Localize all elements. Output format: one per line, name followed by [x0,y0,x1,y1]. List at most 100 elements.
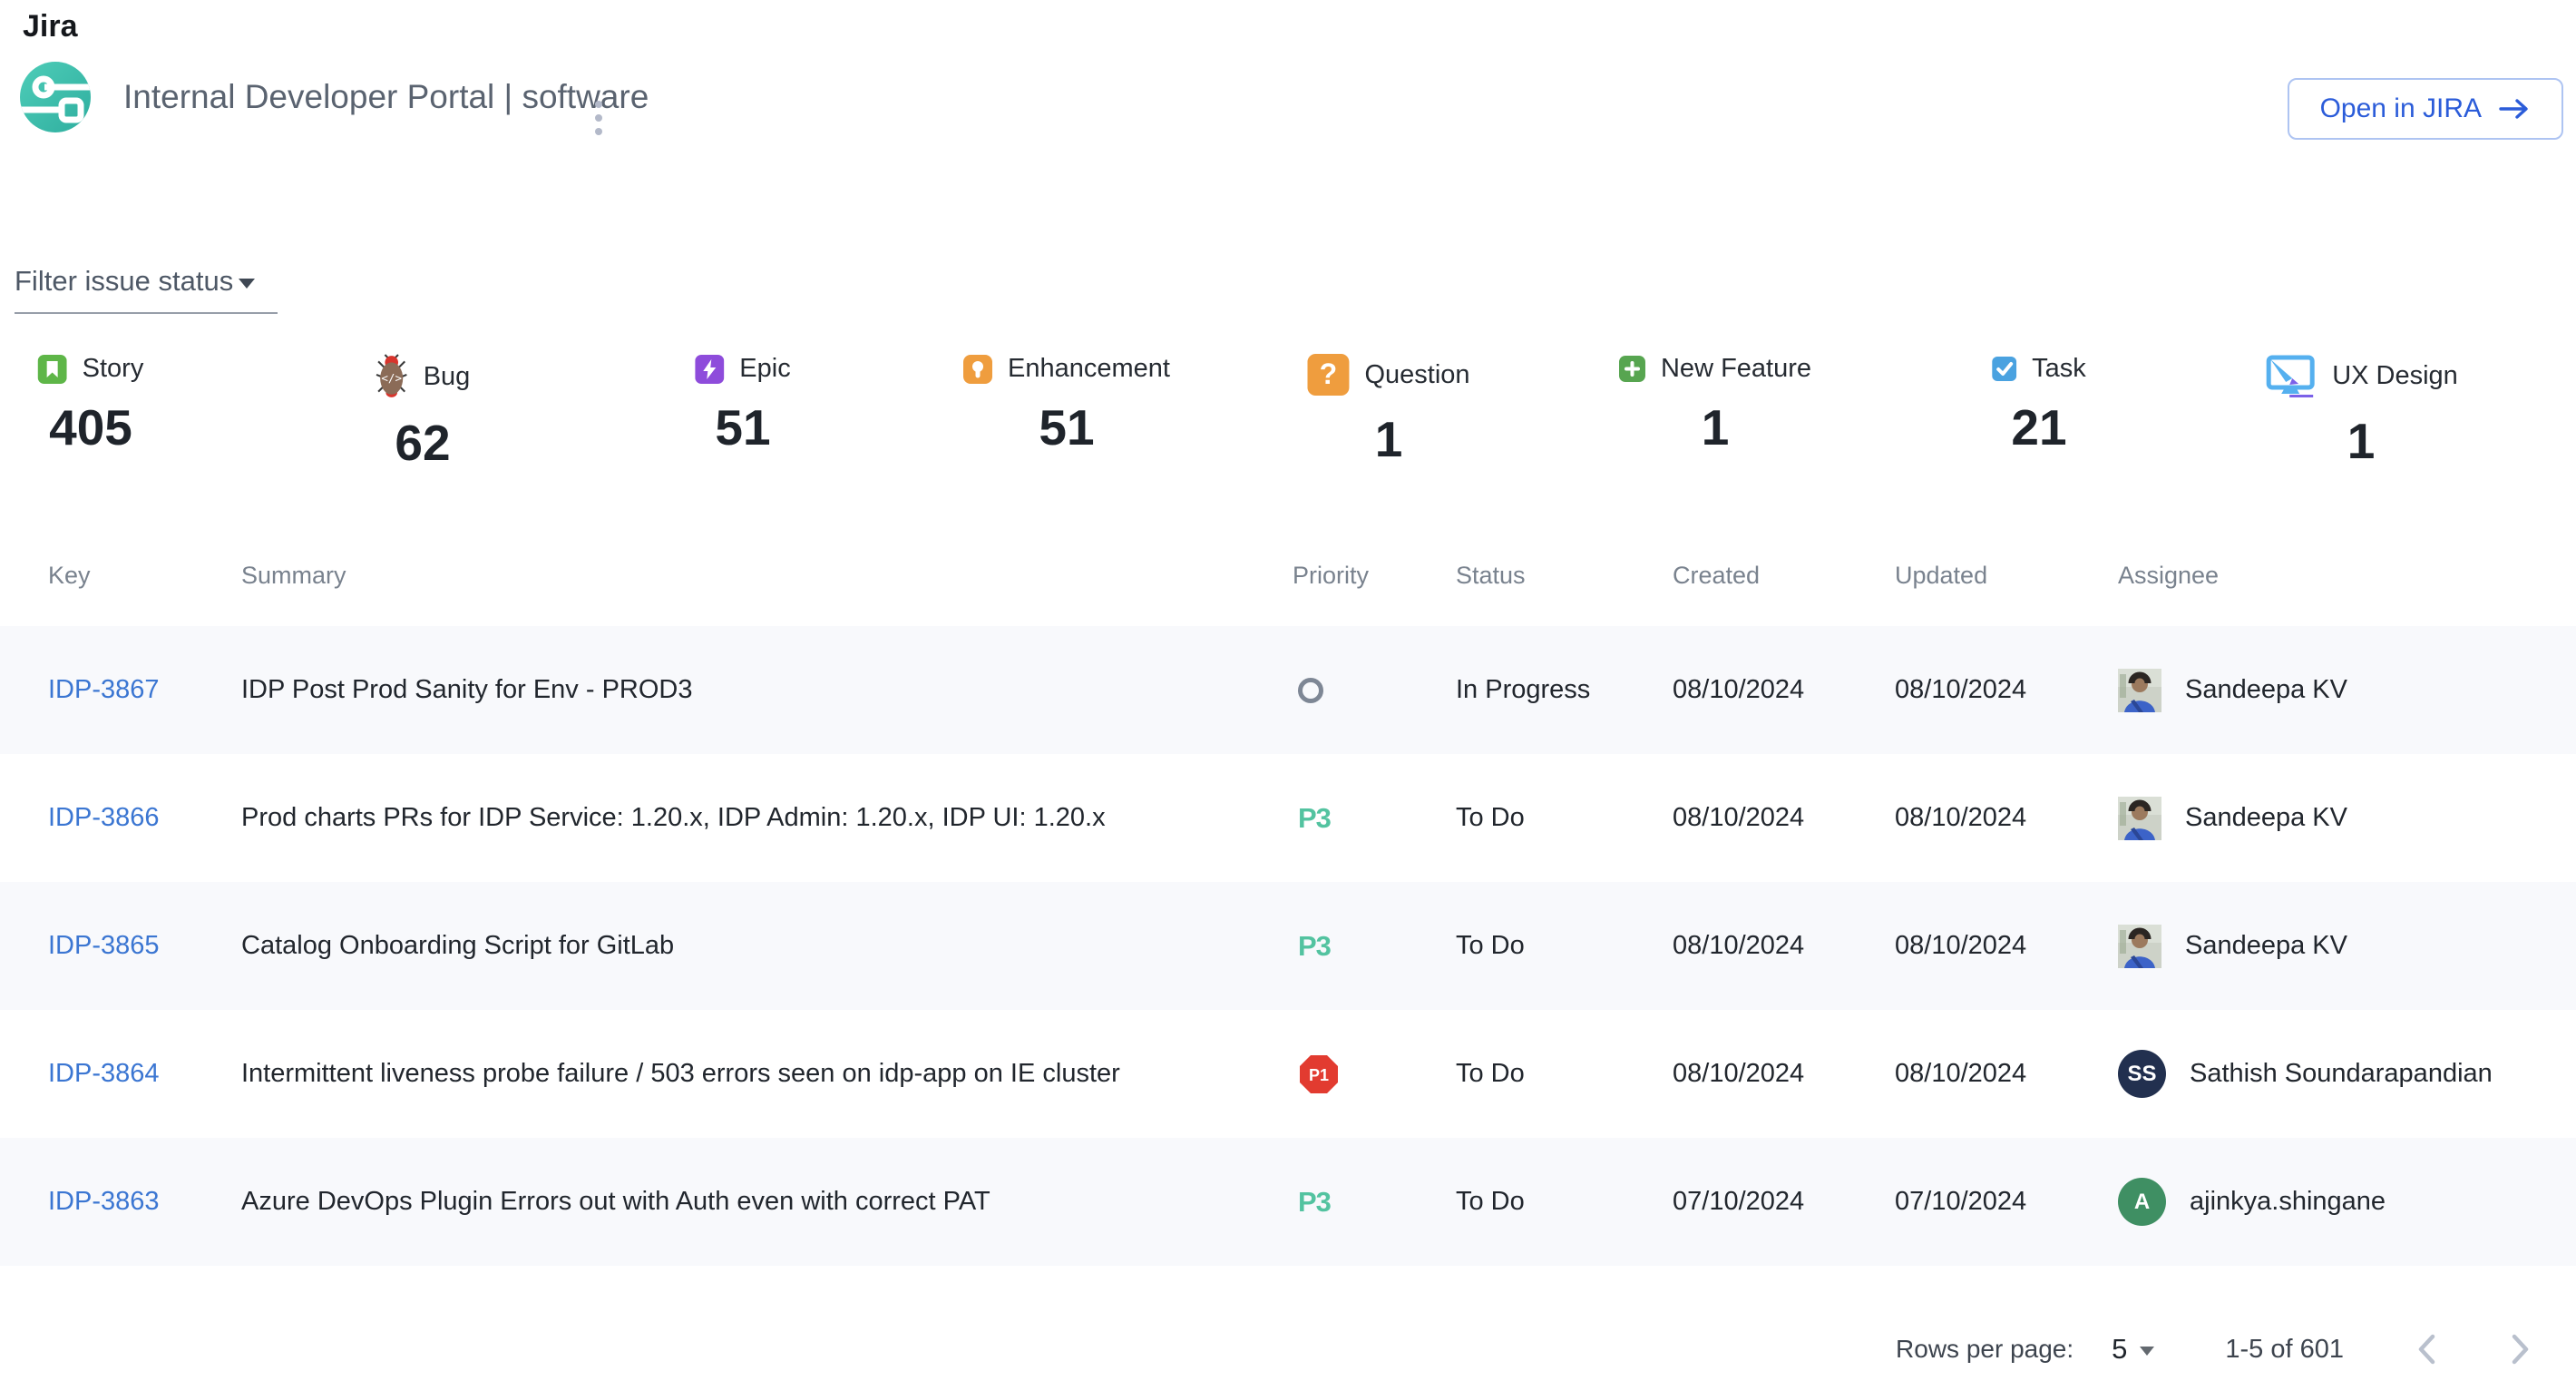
open-in-jira-button[interactable]: Open in JIRA [2288,78,2563,140]
filter-label: Filter issue status [15,265,233,298]
rows-per-page-value: 5 [2112,1333,2127,1366]
kebab-menu-icon[interactable] [581,91,617,145]
priority-cell: P3 [1293,802,1456,835]
issue-key-link[interactable]: IDP-3866 [48,803,160,832]
column-header-status: Status [1456,562,1673,590]
assignee-name: Sandeepa KV [2185,803,2347,833]
svg-text:</>: </> [381,371,402,385]
column-header-key: Key [48,562,241,590]
created-date: 08/10/2024 [1673,803,1895,833]
issue-summary: IDP Post Prod Sanity for Env - PROD3 [241,675,1293,705]
assignee-cell: Sandeepa KV [2118,669,2576,712]
status-text: In Progress [1456,675,1673,705]
caret-down-icon [239,279,255,289]
table-row: IDP-3866 Prod charts PRs for IDP Service… [0,754,2576,882]
arrow-right-icon [2498,97,2531,121]
created-date: 08/10/2024 [1673,1059,1895,1089]
stat-count: 21 [2011,398,2066,456]
priority-p1-icon: P1 [1298,1053,1340,1095]
issue-summary: Prod charts PRs for IDP Service: 1.20.x,… [241,803,1293,833]
assignee-name: Sandeepa KV [2185,931,2347,961]
stat-count: 1 [1702,398,1730,456]
stat-enhancement: Enhancement 51 [963,354,1170,456]
table-row: IDP-3865 Catalog Onboarding Script for G… [0,882,2576,1010]
issue-key-link[interactable]: IDP-3865 [48,931,160,960]
issue-key-link[interactable]: IDP-3864 [48,1059,160,1088]
page-title: Jira [23,9,78,44]
created-date: 08/10/2024 [1673,675,1895,705]
assignee-cell: Sandeepa KV [2118,925,2576,968]
assignee-photo-avatar [2118,669,2161,712]
task-icon [1992,357,2016,381]
ux-design-icon [2264,354,2317,397]
filter-issue-status-dropdown[interactable]: Filter issue status [15,265,278,314]
column-header-created: Created [1673,562,1895,590]
issue-summary: Intermittent liveness probe failure / 50… [241,1059,1293,1089]
jira-connector-logo-icon [20,62,91,132]
bug-icon: </> [376,354,408,399]
status-text: To Do [1456,1187,1673,1217]
pagination-bar: Rows per page: 5 1-5 of 601 [1896,1317,2532,1381]
issue-summary: Azure DevOps Plugin Errors out with Auth… [241,1187,1293,1217]
assignee-name: ajinkya.shingane [2190,1187,2386,1217]
stat-story: Story 405 [38,354,144,456]
priority-cell: P3 [1293,1186,1456,1219]
question-icon: ? [1307,354,1349,396]
stat-bug: </> Bug 62 [376,354,471,472]
assignee-cell: A ajinkya.shingane [2118,1178,2576,1226]
status-text: To Do [1456,1059,1673,1089]
updated-date: 08/10/2024 [1895,675,2118,705]
updated-date: 08/10/2024 [1895,931,2118,961]
stat-question: ? Question 1 [1307,354,1469,468]
assignee-photo-avatar [2118,797,2161,840]
issue-key-link[interactable]: IDP-3867 [48,675,160,704]
priority-p3-icon: P3 [1298,1186,1331,1219]
story-icon [38,355,67,384]
source-title: Internal Developer Portal | software [123,78,649,116]
caret-down-icon [2140,1347,2154,1356]
epic-icon [695,355,724,384]
prev-page-button[interactable] [2415,1331,2438,1367]
priority-cell: P3 [1293,930,1456,963]
stat-count: 62 [395,414,450,472]
table-row: IDP-3863 Azure DevOps Plugin Errors out … [0,1138,2576,1266]
assignee-name: Sandeepa KV [2185,675,2347,705]
priority-p3-icon: P3 [1298,930,1331,963]
updated-date: 08/10/2024 [1895,1059,2118,1089]
assignee-name: Sathish Soundarapandian [2190,1059,2493,1089]
svg-text:P1: P1 [1309,1066,1329,1084]
next-page-button[interactable] [2509,1331,2532,1367]
created-date: 07/10/2024 [1673,1187,1895,1217]
stat-count: 1 [2347,412,2376,470]
assignee-initials-avatar: SS [2118,1050,2166,1098]
assignee-photo-avatar [2118,925,2161,968]
stat-task: Task 21 [1992,354,2086,456]
chevron-left-icon [2415,1331,2438,1367]
assignee-cell: Sandeepa KV [2118,797,2576,840]
created-date: 08/10/2024 [1673,931,1895,961]
priority-p3-icon: P3 [1298,802,1331,835]
assignee-initials-avatar: A [2118,1178,2166,1226]
updated-date: 07/10/2024 [1895,1187,2118,1217]
page-range-label: 1-5 of 601 [2225,1335,2344,1365]
stat-count: 405 [49,398,132,456]
assignee-cell: SS Sathish Soundarapandian [2118,1050,2576,1098]
stat-epic: Epic 51 [695,354,790,456]
issue-summary: Catalog Onboarding Script for GitLab [241,931,1293,961]
updated-date: 08/10/2024 [1895,803,2118,833]
priority-none-icon [1298,678,1323,703]
stat-ux-design: UX Design 1 [2264,354,2458,470]
svg-text:?: ? [1320,357,1338,390]
column-header-assignee: Assignee [2118,562,2576,590]
open-in-jira-label: Open in JIRA [2320,93,2482,124]
priority-cell [1293,678,1456,703]
table-body: IDP-3867 IDP Post Prod Sanity for Env - … [0,626,2576,1266]
status-text: To Do [1456,931,1673,961]
rows-per-page-select[interactable]: 5 [2112,1333,2154,1366]
table-row: IDP-3867 IDP Post Prod Sanity for Env - … [0,626,2576,754]
stat-count: 51 [1039,398,1094,456]
new-feature-icon [1619,356,1645,382]
issue-key-link[interactable]: IDP-3863 [48,1187,160,1216]
stat-new-feature: New Feature 1 [1619,354,1811,456]
stat-count: 1 [1375,410,1403,468]
